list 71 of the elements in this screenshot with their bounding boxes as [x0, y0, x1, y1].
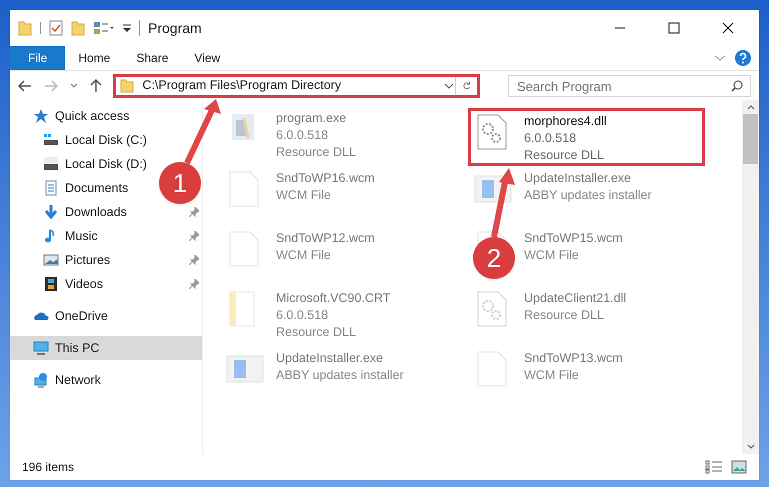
file-detail: 6.0.0.518 [524, 130, 578, 147]
monitor-icon [33, 340, 49, 356]
file-name[interactable]: UpdateInstaller.exe [524, 170, 652, 187]
file-detail: Resource DLL [524, 307, 605, 324]
film-icon [43, 276, 59, 292]
view-icon[interactable] [93, 21, 115, 35]
file-name[interactable]: UpdateClient21.dll [524, 290, 626, 307]
search-icon [731, 80, 743, 92]
nav-item[interactable]: Pictures [65, 250, 110, 270]
file-name[interactable]: SndToWP16.wcm [276, 170, 375, 187]
window-title: Program [148, 18, 202, 38]
ribbon-tab[interactable]: Home [65, 46, 124, 70]
ribbon-tab[interactable]: Share [123, 46, 182, 70]
item-count: 196 items [22, 459, 74, 476]
file-name[interactable]: Microsoft.VC90.CRT [276, 290, 390, 307]
pin-icon[interactable] [189, 207, 199, 217]
callout-arrow [491, 168, 515, 238]
file-name[interactable]: SndToWP15.wcm [524, 230, 623, 247]
file-detail: WCM File [276, 247, 332, 264]
nav-item[interactable]: Local Disk (C:) [65, 130, 147, 150]
document-icon [43, 180, 59, 196]
file-detail: Resource DLL [524, 147, 605, 164]
star-icon [33, 108, 49, 124]
pin-icon[interactable] [189, 279, 199, 289]
file-detail: ABBY updates installer [524, 187, 652, 204]
file-detail: 6.0.0.518 [276, 307, 330, 324]
ribbon-tab[interactable]: File [10, 46, 66, 70]
chevron-down-icon[interactable] [70, 82, 78, 88]
file-detail: Resource DLL [276, 144, 356, 161]
tiles-view-icon[interactable] [731, 460, 747, 474]
file-detail: 6.0.0.518 [276, 127, 330, 144]
nav-item[interactable]: Quick access [55, 106, 130, 126]
file-name[interactable]: program.exe [276, 110, 356, 127]
nav-item[interactable]: Local Disk (D:) [65, 154, 147, 174]
nav-item[interactable]: Music [65, 226, 98, 246]
file-detail: Resource DLL [276, 324, 357, 341]
address-path: C:\Program Files\Program Directory [142, 77, 342, 94]
folder-icon [120, 78, 134, 92]
scrollbar-thumb[interactable] [743, 114, 758, 164]
nav-item[interactable]: This PC [55, 338, 100, 358]
file-name[interactable]: morphores4.dll [524, 113, 607, 130]
file-name[interactable]: SndToWP13.wcm [524, 350, 623, 367]
down-arrow-icon [43, 204, 59, 220]
nav-item[interactable]: Downloads [65, 202, 127, 222]
chevron-down-icon[interactable] [443, 82, 456, 90]
picture-icon [43, 252, 59, 268]
properties-icon[interactable] [49, 20, 63, 36]
drive-icon [43, 132, 59, 148]
nav-item[interactable]: OneDrive [55, 306, 108, 326]
search-field[interactable]: Search Program [508, 75, 751, 97]
file-detail: WCM File [524, 367, 580, 384]
details-view-icon[interactable] [705, 460, 723, 474]
network-icon [33, 372, 49, 388]
back-arrow-icon[interactable] [18, 80, 32, 92]
pin-icon[interactable] [189, 255, 199, 265]
file-detail: ABBY updates installer [276, 367, 404, 384]
address-bar[interactable]: C:\Program Files\Program Directory [113, 74, 480, 98]
help-icon[interactable] [735, 50, 751, 66]
callout-arrow [184, 99, 221, 164]
ribbon-tab[interactable]: View [181, 46, 234, 70]
file-name[interactable]: SndToWP12.wcm [276, 230, 375, 247]
file-name[interactable]: UpdateInstaller.exe [276, 350, 404, 367]
nav-item[interactable]: Documents [65, 178, 128, 198]
drive-icon [43, 156, 59, 172]
up-arrow-icon[interactable] [90, 78, 102, 92]
dropdown-icon[interactable] [123, 23, 131, 33]
pin-icon[interactable] [189, 231, 199, 241]
file-detail: WCM File [524, 247, 580, 264]
nav-item[interactable]: Videos [65, 274, 103, 294]
nav-item[interactable]: Network [55, 370, 101, 390]
file-detail: WCM File [276, 187, 332, 204]
